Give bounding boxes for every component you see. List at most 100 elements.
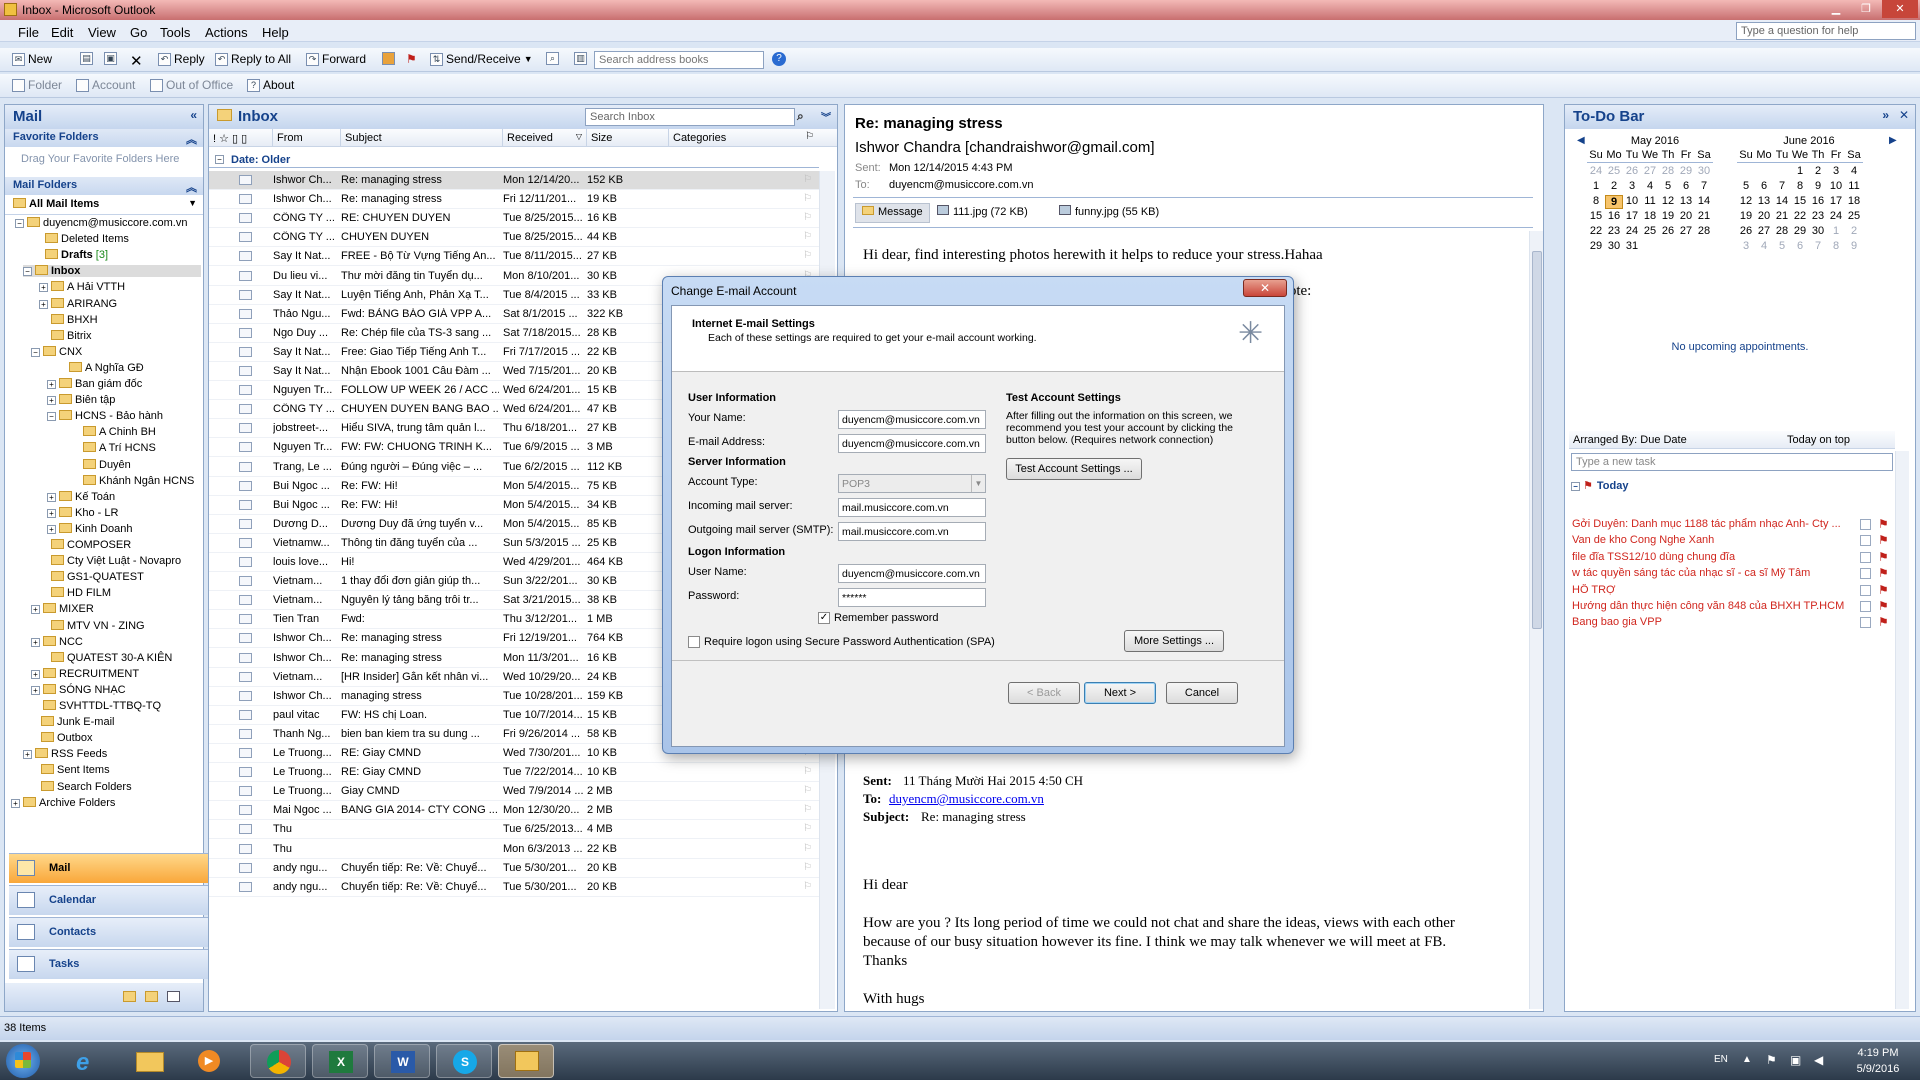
calendar-day[interactable]: 1	[1827, 225, 1845, 237]
expand-icon[interactable]: +	[39, 283, 48, 293]
todo-scrollbar[interactable]	[1895, 451, 1909, 1009]
quoted-to-link[interactable]: duyencm@musiccore.com.vn	[889, 791, 1044, 807]
calendar-day[interactable]: 21	[1773, 210, 1791, 222]
task-complete-checkbox[interactable]	[1860, 601, 1871, 612]
calendar-day[interactable]: 21	[1695, 210, 1713, 222]
excel-taskbar-button[interactable]: X	[312, 1044, 368, 1078]
calendar-day[interactable]: 20	[1755, 210, 1773, 222]
task-flag-icon[interactable]: ⚑	[1878, 599, 1889, 613]
attachment-message[interactable]: Message	[855, 203, 930, 223]
folder-item[interactable]: A Nghĩa GĐ	[57, 361, 144, 374]
calendar-day[interactable]: 20	[1677, 210, 1695, 222]
calendar-day[interactable]: 10	[1623, 195, 1641, 207]
calendar-day[interactable]: 10	[1827, 180, 1845, 192]
folder-item[interactable]: Junk E-mail	[29, 716, 114, 728]
folder-item[interactable]: Outbox	[29, 732, 92, 744]
collapse-group-icon[interactable]: −	[215, 155, 224, 164]
dialog-close-button[interactable]: ✕	[1243, 279, 1287, 297]
folder-item[interactable]: − Inbox	[23, 265, 201, 278]
folder-item[interactable]: + SÓNG NHẠC	[31, 683, 126, 696]
folder-item[interactable]: Bitrix	[39, 329, 91, 342]
folder-item[interactable]: Cty Việt Luật - Novapro	[39, 555, 181, 567]
expand-icon[interactable]: +	[47, 492, 56, 502]
folder-item[interactable]: Khánh Ngân HCNS	[71, 474, 194, 487]
reading-pane-scrollbar[interactable]	[1529, 231, 1543, 1009]
task-complete-checkbox[interactable]	[1860, 584, 1871, 596]
menu-actions[interactable]: Actions	[205, 25, 248, 40]
task-flag-icon[interactable]: ⚑	[1878, 533, 1889, 547]
follow-up-flag-icon[interactable]: ⚐	[803, 785, 813, 795]
task-complete-checkbox[interactable]	[1860, 535, 1871, 547]
prev-month-icon[interactable]: ◀	[1577, 135, 1585, 146]
expand-icon[interactable]: +	[11, 798, 20, 808]
calendar-day[interactable]: 9	[1845, 240, 1863, 252]
folder-item[interactable]: + ARIRANG	[39, 297, 117, 310]
menu-help[interactable]: Help	[262, 25, 289, 40]
word-taskbar-button[interactable]: W	[374, 1044, 430, 1078]
address-book-search-input[interactable]: Search address books	[594, 51, 764, 69]
calendar-day[interactable]: 9	[1605, 195, 1623, 209]
follow-up-flag-icon[interactable]: ⚐	[803, 193, 813, 203]
your-name-input[interactable]: duyencm@musiccore.com.vn	[838, 410, 986, 429]
address-book-button[interactable]: ▥	[574, 52, 587, 65]
follow-up-button[interactable]: ⚑	[406, 52, 417, 66]
calendar-day[interactable]: 16	[1605, 210, 1623, 222]
calendar-day[interactable]: 27	[1755, 225, 1773, 237]
calendar-day[interactable]: 5	[1737, 180, 1755, 192]
calendar-day[interactable]: 25	[1641, 225, 1659, 237]
calendar-day[interactable]: 7	[1809, 240, 1827, 252]
folder-item[interactable]: + MIXER	[31, 603, 94, 615]
follow-up-flag-icon[interactable]: ⚐	[803, 881, 813, 891]
collapse-icon[interactable]: −	[23, 267, 32, 277]
folder-item[interactable]: A Trí HCNS	[71, 442, 156, 454]
folder-item[interactable]: A Chinh BH	[71, 426, 156, 438]
message-row[interactable]: Thu Tue 6/25/2013... 4 MB ⚐	[209, 820, 819, 840]
task-item[interactable]: Hướng dẫn thực hiện công văn 848 của BHX…	[1572, 600, 1854, 612]
expand-icon[interactable]: +	[31, 605, 40, 615]
calendar-day[interactable]: 8	[1791, 180, 1809, 192]
group-header[interactable]: − Date: Older	[209, 147, 837, 171]
calendar-day[interactable]: 27	[1677, 225, 1695, 237]
follow-up-flag-icon[interactable]: ⚐	[803, 231, 813, 241]
search-icon[interactable]: ⌕	[797, 109, 804, 124]
help-search-input[interactable]: Type a question for help	[1736, 22, 1916, 40]
task-complete-checkbox[interactable]	[1860, 519, 1871, 530]
expand-icon[interactable]: +	[47, 396, 56, 406]
calendar-day[interactable]: 26	[1623, 165, 1641, 177]
task-item[interactable]: Gởi Duyên: Danh mục 1188 tác phẩm nhạc A…	[1572, 518, 1854, 530]
follow-up-flag-icon[interactable]: ⚐	[803, 804, 813, 814]
calendar-day[interactable]: 1	[1587, 180, 1605, 192]
calendar-day[interactable]: 25	[1605, 165, 1623, 177]
calendar-day[interactable]: 26	[1737, 225, 1755, 237]
out-of-office-button[interactable]: Out of Office	[150, 78, 233, 92]
explorer-taskbar-button[interactable]	[122, 1044, 178, 1078]
menu-edit[interactable]: Edit	[51, 25, 73, 40]
about-button[interactable]: ? About	[247, 78, 294, 92]
back-button[interactable]: < Back	[1008, 682, 1080, 704]
calendar-day[interactable]: 24	[1623, 225, 1641, 237]
collapse-group-icon[interactable]: −	[1571, 482, 1580, 491]
expand-icon[interactable]: +	[31, 637, 40, 647]
expand-icon[interactable]: +	[23, 750, 32, 760]
calendar-day[interactable]: 28	[1659, 165, 1677, 177]
favorite-folders-header[interactable]: Favorite Folders ︽	[5, 129, 203, 147]
mail-folders-header[interactable]: Mail Folders ︽	[5, 177, 203, 195]
folder-item[interactable]: + Biên tập	[47, 394, 115, 406]
task-flag-icon[interactable]: ⚑	[1878, 550, 1889, 564]
calendar-day[interactable]: 6	[1755, 180, 1773, 192]
calendar-day[interactable]: 7	[1695, 180, 1713, 192]
folder-item[interactable]: MTV VN - ZING	[39, 619, 145, 632]
message-row[interactable]: Le Truong... RE: Giay CMND Tue 7/22/2014..…	[209, 763, 819, 783]
nav-calendar-button[interactable]: Calendar	[9, 885, 209, 915]
importance-column[interactable]: ! ☆ ▯ ▯	[209, 129, 273, 147]
incoming-server-input[interactable]: mail.musiccore.com.vn	[838, 498, 986, 517]
flag-column-icon[interactable]: ⚐	[805, 131, 814, 142]
action-center-icon[interactable]: ⚑	[1766, 1053, 1777, 1067]
calendar-day[interactable]: 6	[1791, 240, 1809, 252]
folder-item[interactable]: + Kho - LR	[47, 506, 118, 519]
outlook-taskbar-button[interactable]	[498, 1044, 554, 1078]
expand-icon[interactable]: +	[31, 669, 40, 679]
folder-item[interactable]: Drafts [3]	[33, 249, 108, 261]
clock-time[interactable]: 4:19 PM	[1848, 1047, 1908, 1059]
received-column[interactable]: Received ▽	[503, 129, 587, 147]
